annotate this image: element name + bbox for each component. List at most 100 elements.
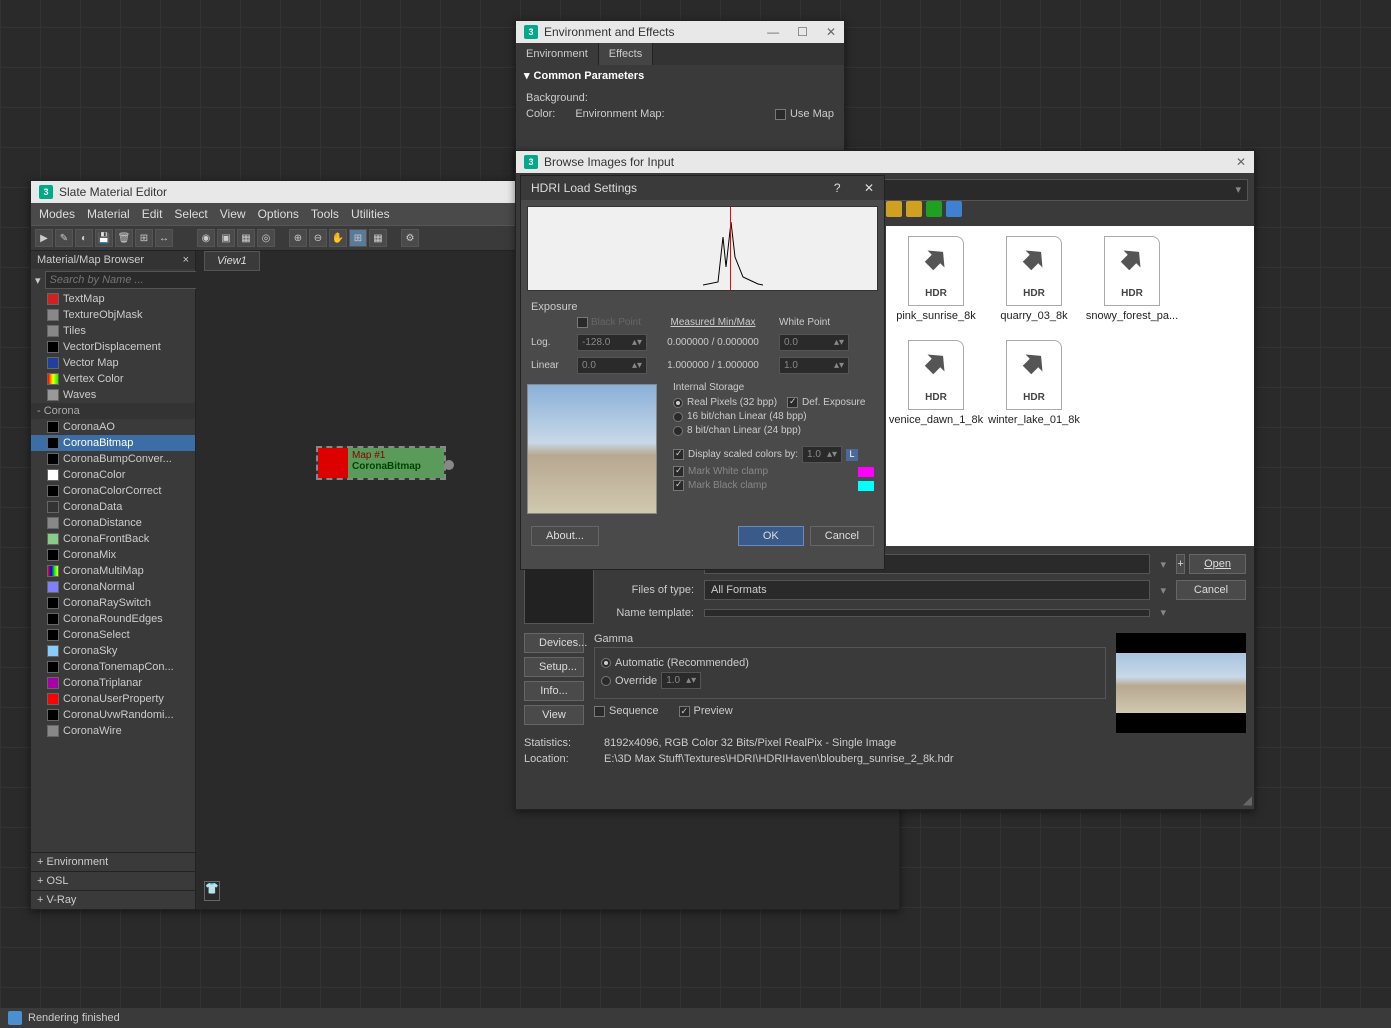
black-clamp-color[interactable] [858,481,874,491]
file-item[interactable]: HDRvenice_dawn_1_8k [896,340,976,426]
tool-save[interactable]: 💾 [95,229,113,247]
view-button[interactable]: View [524,705,584,725]
hdri-titlebar[interactable]: HDRI Load Settings ? ✕ [521,176,884,200]
chevron-down-icon[interactable]: ▾ [1160,558,1166,571]
menu-utilities[interactable]: Utilities [351,207,390,221]
nametpl-dropdown[interactable] [704,609,1150,617]
resize-grip-icon[interactable]: ◢ [1243,793,1252,807]
cancel-button[interactable]: Cancel [1176,580,1246,600]
node-output-socket[interactable] [444,460,454,470]
map-item[interactable]: CoronaBumpConver... [31,451,195,467]
map-item[interactable]: CoronaRaySwitch [31,595,195,611]
tool-settings[interactable]: ⚙ [401,229,419,247]
white-clamp-color[interactable] [858,467,874,477]
tool-move[interactable]: ↔ [155,229,173,247]
ok-button[interactable]: OK [738,526,804,546]
browse-titlebar[interactable]: 3 Browse Images for Input ✕ [516,151,1254,173]
tool-show[interactable]: ◉ [197,229,215,247]
map-item[interactable]: CoronaTriplanar [31,675,195,691]
real-pixels-radio[interactable] [673,398,683,408]
map-item[interactable]: Vector Map [31,355,195,371]
map-item[interactable]: CoronaFrontBack [31,531,195,547]
tool-bg[interactable]: ▦ [237,229,255,247]
chevron-down-icon[interactable]: ▾ [35,274,41,287]
filetype-dropdown[interactable]: All Formats [704,580,1150,600]
close-icon[interactable]: ✕ [826,25,836,39]
map-item[interactable]: CoronaRoundEdges [31,611,195,627]
browser-close-icon[interactable]: × [183,254,189,266]
setup-button[interactable]: Setup... [524,657,584,677]
map-item[interactable]: TextureObjMask [31,307,195,323]
histogram[interactable] [527,206,878,291]
map-item[interactable]: CoronaUvwRandomi... [31,707,195,723]
file-item[interactable]: HDRpink_sunrise_8k [896,236,976,322]
maximize-icon[interactable]: ☐ [797,25,808,39]
cancel-button[interactable]: Cancel [810,526,874,546]
refresh-icon[interactable] [926,201,942,217]
blackpoint-checkbox[interactable] [577,317,588,328]
display-scaled-spinner[interactable]: 1.0▴▾ [802,446,842,463]
menu-select[interactable]: Select [174,207,207,221]
map-item[interactable]: Tiles [31,323,195,339]
view-tab[interactable]: View1 [204,251,260,271]
navigator-icon[interactable]: 👕 [204,881,220,901]
map-item[interactable]: CoronaUserProperty [31,691,195,707]
lock-icon[interactable]: L [846,449,858,461]
menu-tools[interactable]: Tools [311,207,339,221]
map-item[interactable]: VectorDisplacement [31,339,195,355]
tool-picker[interactable]: ✎ [55,229,73,247]
display-scaled-checkbox[interactable] [673,449,684,460]
tool-grid[interactable]: ▦ [369,229,387,247]
16bit-radio[interactable] [673,412,683,422]
map-item[interactable]: CoronaColor [31,467,195,483]
log-whitepoint-spinner[interactable]: 0.0▴▾ [779,334,849,351]
gamma-auto-radio[interactable] [601,658,611,668]
category-item[interactable]: + Environment [31,852,195,871]
preview-checkbox[interactable] [679,706,690,717]
material-node[interactable]: Map #1 CoronaBitmap [316,446,446,480]
histogram-marker[interactable] [730,207,731,290]
help-icon[interactable]: ? [834,181,841,195]
env-titlebar[interactable]: 3 Environment and Effects — ☐ ✕ [516,21,844,43]
linear-blackpoint-spinner[interactable]: 0.0▴▾ [577,357,647,374]
tool-pan[interactable]: ✋ [329,229,347,247]
tab-effects[interactable]: Effects [599,43,653,65]
open-button[interactable]: Open [1189,554,1246,574]
tool-sample[interactable]: ◎ [257,229,275,247]
map-item[interactable]: CoronaSelect [31,627,195,643]
map-item[interactable]: CoronaSky [31,643,195,659]
minimize-icon[interactable]: — [767,25,779,39]
mark-white-checkbox[interactable] [673,466,684,477]
log-blackpoint-spinner[interactable]: -128.0▴▾ [577,334,647,351]
common-params-rollout[interactable]: ▾ Common Parameters [516,65,844,86]
new-folder-icon[interactable] [906,201,922,217]
info-button[interactable]: Info... [524,681,584,701]
category-corona[interactable]: - Corona [31,403,195,419]
tool-preview[interactable]: ▣ [217,229,235,247]
map-item[interactable]: CoronaTonemapCon... [31,659,195,675]
chevron-down-icon[interactable]: ▾ [1160,606,1166,619]
menu-modes[interactable]: Modes [39,207,75,221]
map-item[interactable]: Waves [31,387,195,403]
tab-environment[interactable]: Environment [516,43,599,65]
menu-edit[interactable]: Edit [142,207,163,221]
map-item[interactable]: CoronaMultiMap [31,563,195,579]
tool-zoom-in[interactable]: ⊕ [289,229,307,247]
folder-up-icon[interactable] [886,201,902,217]
8bit-radio[interactable] [673,426,683,436]
menu-view[interactable]: View [220,207,246,221]
mark-black-checkbox[interactable] [673,480,684,491]
map-item[interactable]: Vertex Color [31,371,195,387]
tool-delete[interactable]: 🗑 [115,229,133,247]
close-icon[interactable]: ✕ [1236,155,1246,169]
map-item[interactable]: CoronaData [31,499,195,515]
view-mode-icon[interactable] [946,201,962,217]
map-item[interactable]: TextMap [31,291,195,307]
close-icon[interactable]: ✕ [864,181,874,195]
tool-zoom-out[interactable]: ⊖ [309,229,327,247]
chevron-down-icon[interactable]: ▾ [1160,584,1166,597]
map-item[interactable]: CoronaBitmap [31,435,195,451]
devices-button[interactable]: Devices... [524,633,584,653]
map-item[interactable]: CoronaColorCorrect [31,483,195,499]
category-item[interactable]: + OSL [31,871,195,890]
